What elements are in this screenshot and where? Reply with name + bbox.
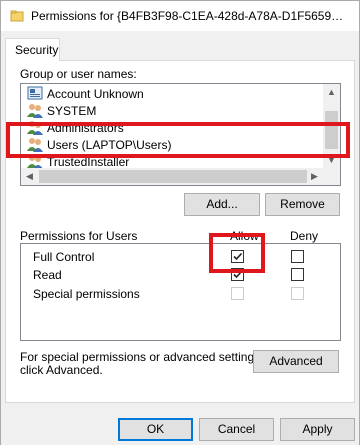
horizontal-scrollbar[interactable]: ◀ ▶: [21, 168, 340, 185]
perm-full-control-label: Full Control: [33, 250, 95, 264]
advanced-button[interactable]: Advanced: [253, 350, 339, 373]
special-allow-checkbox: [231, 287, 244, 300]
selection-highlight-box: [6, 122, 350, 158]
folder-icon: [10, 9, 24, 23]
list-item-label: Account Unknown: [47, 87, 144, 101]
account-unknown-icon: [27, 86, 43, 101]
ok-button[interactable]: OK: [118, 418, 193, 441]
window-title: Permissions for {B4FB3F98-C1EA-428d-A78A…: [31, 9, 344, 23]
list-item-system[interactable]: SYSTEM: [23, 102, 323, 119]
cancel-button[interactable]: Cancel: [199, 418, 274, 441]
users-icon: [27, 103, 43, 118]
tab-security-label: Security: [15, 43, 59, 57]
deny-header: Deny: [290, 229, 319, 243]
advanced-hint-line1: For special permissions or advanced sett…: [20, 350, 264, 364]
perm-read-label: Read: [33, 268, 62, 282]
permissions-dialog: Permissions for {B4FB3F98-C1EA-428d-A78A…: [0, 0, 360, 445]
add-button[interactable]: Add...: [184, 193, 260, 216]
title-bar: Permissions for {B4FB3F98-C1EA-428d-A78A…: [1, 1, 359, 31]
group-names-label: Group or user names:: [20, 67, 137, 81]
list-item-label: SYSTEM: [47, 104, 97, 118]
scroll-thumb[interactable]: [39, 170, 307, 183]
read-deny-checkbox[interactable]: [291, 268, 304, 281]
checkbox-highlight-box: [209, 233, 265, 273]
permissions-label: Permissions for Users: [20, 229, 138, 243]
scroll-up-icon[interactable]: ▲: [323, 84, 340, 101]
remove-button[interactable]: Remove: [265, 193, 340, 216]
scroll-left-icon[interactable]: ◀: [21, 168, 38, 185]
perm-special-label: Special permissions: [33, 287, 140, 301]
apply-button[interactable]: Apply: [280, 418, 355, 441]
scroll-right-icon[interactable]: ▶: [306, 168, 323, 185]
advanced-hint-line2: click Advanced.: [20, 363, 103, 377]
full-control-deny-checkbox[interactable]: [291, 250, 304, 263]
tab-security[interactable]: Security: [5, 38, 60, 61]
list-item-account-unknown[interactable]: Account Unknown: [23, 85, 323, 102]
special-deny-checkbox: [291, 287, 304, 300]
